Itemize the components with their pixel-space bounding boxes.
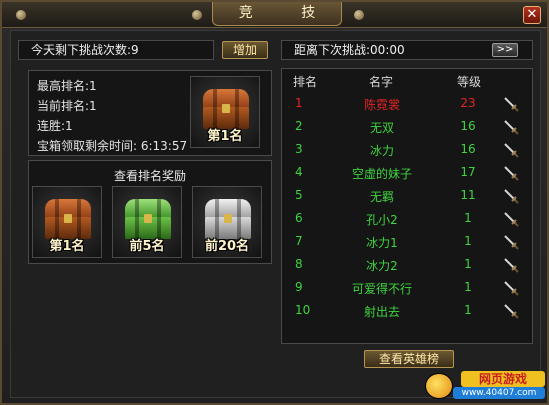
- challenges-remaining: 今天剩下挑战次数:9: [18, 40, 214, 60]
- reward-chest-top20[interactable]: 前20名: [192, 186, 262, 258]
- row-name: 可爱得不行: [351, 282, 412, 296]
- leaderboard-row[interactable]: 9 可爱得不行 1: [281, 276, 533, 299]
- row-level: 1: [464, 211, 472, 225]
- watermark-line2: www.40407.com: [453, 387, 545, 399]
- row-rank: 1: [295, 96, 303, 110]
- watermark-line1: 网页游戏: [461, 371, 545, 387]
- row-rank: 10: [295, 303, 311, 317]
- sword-icon[interactable]: [503, 303, 519, 319]
- row-level: 1: [464, 303, 472, 317]
- row-name: 射出去: [363, 305, 400, 319]
- row-name: 空虚的妹子: [351, 167, 412, 181]
- row-rank: 4: [295, 165, 303, 179]
- sword-icon[interactable]: [503, 96, 519, 112]
- mascot-icon: [425, 373, 453, 399]
- leaderboard-row[interactable]: 7 冰力1 1: [281, 230, 533, 253]
- row-name: 陈霓裳: [363, 98, 400, 112]
- row-rank: 9: [295, 280, 303, 294]
- row-rank: 6: [295, 211, 303, 225]
- current-rank: 当前排名:1: [37, 99, 97, 113]
- watermark-logo: 网页游戏 www.40407.com: [425, 371, 545, 401]
- rivet-icon: [354, 10, 364, 20]
- sword-icon[interactable]: [503, 257, 519, 273]
- row-level: 11: [460, 188, 476, 202]
- leaderboard-row[interactable]: 6 孔小2 1: [281, 207, 533, 230]
- add-challenges-button[interactable]: 增加: [222, 41, 268, 59]
- header-rank: 排名: [293, 75, 318, 89]
- leaderboard-row[interactable]: 8 冰力2 1: [281, 253, 533, 276]
- leaderboard-header: 排名 名字 等级: [281, 70, 533, 90]
- leaderboard-row[interactable]: 5 无羁 11: [281, 184, 533, 207]
- row-rank: 7: [295, 234, 303, 248]
- row-rank: 2: [295, 119, 303, 133]
- row-level: 23: [460, 96, 476, 110]
- row-name: 冰力1: [366, 236, 398, 250]
- window-title: 竞 技: [212, 2, 342, 26]
- chest-caption: 前20名: [204, 239, 250, 254]
- sword-icon[interactable]: [503, 165, 519, 181]
- row-rank: 5: [295, 188, 303, 202]
- row-name: 无羁: [369, 190, 394, 204]
- win-streak: 连胜:1: [37, 119, 73, 133]
- row-name: 无双: [369, 121, 394, 135]
- row-level: 16: [460, 142, 476, 156]
- best-rank: 最高排名:1: [37, 79, 97, 93]
- row-name: 冰力: [369, 144, 394, 158]
- chest-timer: 宝箱领取剩余时间: 6:13:57: [37, 139, 188, 153]
- header-level: 等级: [457, 75, 482, 89]
- header-name: 名字: [369, 75, 394, 89]
- rivet-icon: [16, 10, 26, 20]
- row-level: 16: [460, 119, 476, 133]
- row-rank: 8: [295, 257, 303, 271]
- title-bar: 竞 技 ✕: [2, 2, 547, 28]
- sword-icon[interactable]: [503, 280, 519, 296]
- row-rank: 3: [295, 142, 303, 156]
- chest-caption: 第1名: [207, 129, 243, 144]
- reward-chest-rank1[interactable]: 第1名: [32, 186, 102, 258]
- row-level: 1: [464, 280, 472, 294]
- leaderboard-row[interactable]: 1 陈霓裳 23: [281, 92, 533, 115]
- current-reward-chest[interactable]: 第1名: [190, 76, 260, 148]
- leaderboard-row[interactable]: 2 无双 16: [281, 115, 533, 138]
- row-level: 17: [460, 165, 476, 179]
- row-level: 1: [464, 234, 472, 248]
- chest-caption: 前5名: [129, 239, 165, 254]
- close-button[interactable]: ✕: [523, 6, 541, 24]
- row-name: 孔小2: [366, 213, 398, 227]
- reward-chest-top5[interactable]: 前5名: [112, 186, 182, 258]
- arena-window: 竞 技 ✕ 今天剩下挑战次数:9 增加 距离下次挑战:00:00 >> 最高排名…: [0, 0, 549, 405]
- chest-caption: 第1名: [49, 239, 85, 254]
- leaderboard-row[interactable]: 3 冰力 16: [281, 138, 533, 161]
- sword-icon[interactable]: [503, 234, 519, 250]
- sword-icon[interactable]: [503, 188, 519, 204]
- leaderboard-row[interactable]: 10 射出去 1: [281, 299, 533, 322]
- rewards-title: 查看排名奖励: [113, 169, 186, 183]
- skip-cooldown-button[interactable]: >>: [492, 43, 518, 57]
- leaderboard-row[interactable]: 4 空虚的妹子 17: [281, 161, 533, 184]
- row-name: 冰力2: [366, 259, 398, 273]
- sword-icon[interactable]: [503, 119, 519, 135]
- sword-icon[interactable]: [503, 211, 519, 227]
- rivet-icon: [192, 10, 202, 20]
- sword-icon[interactable]: [503, 142, 519, 158]
- row-level: 1: [464, 257, 472, 271]
- view-hero-ranking-button[interactable]: 查看英雄榜: [364, 350, 454, 368]
